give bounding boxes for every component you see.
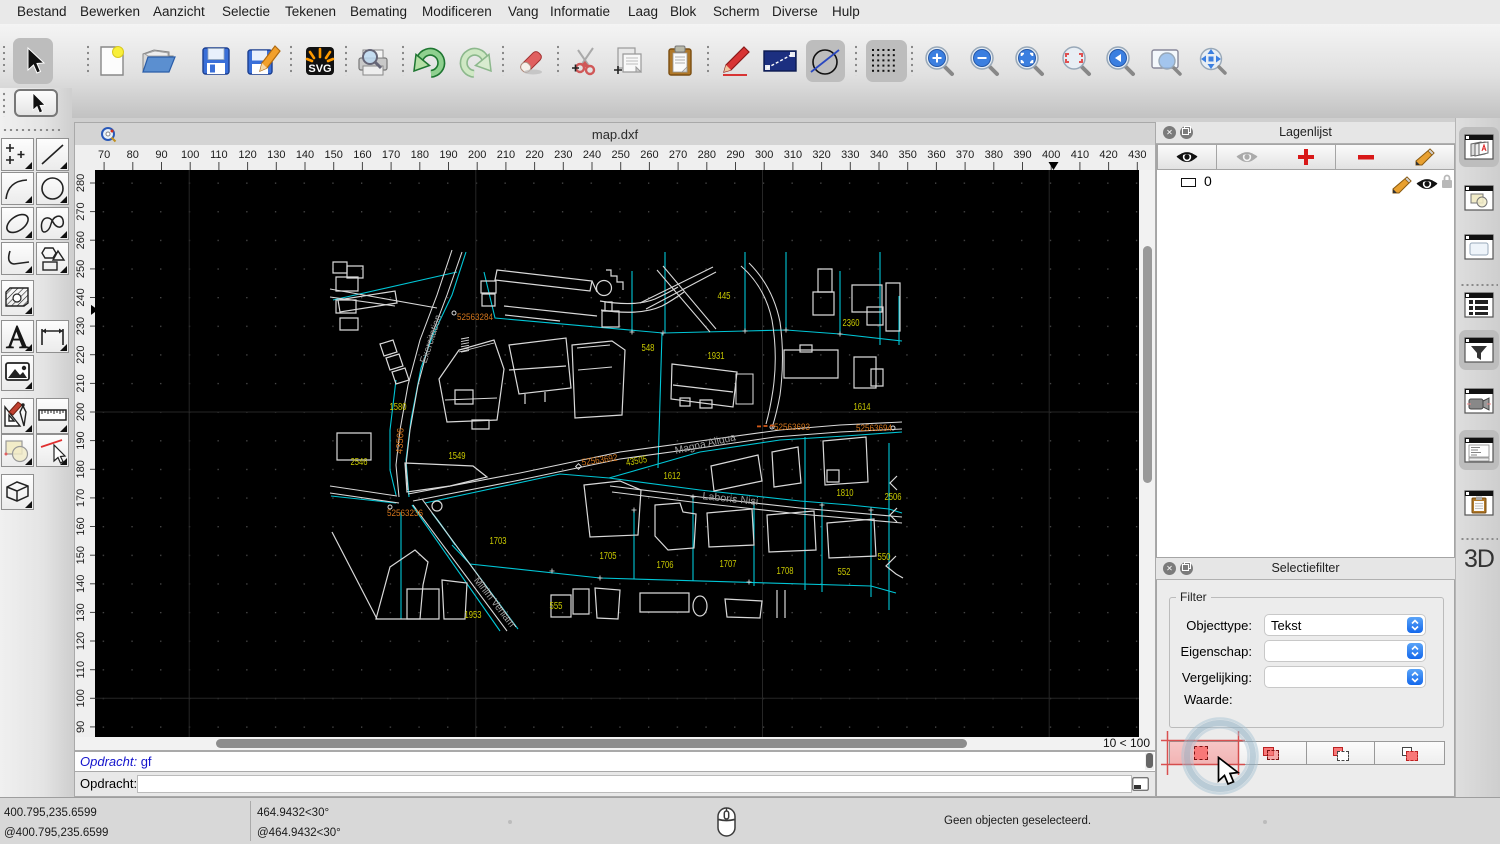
svg-text:1549: 1549	[449, 451, 466, 462]
svg-text:330: 330	[841, 149, 859, 161]
svg-text:52563284: 52563284	[457, 312, 493, 323]
svg-text:320: 320	[812, 149, 830, 161]
svg-text:1706: 1706	[657, 560, 674, 571]
svg-text:1705: 1705	[600, 551, 617, 562]
svg-text:170: 170	[75, 489, 87, 507]
svg-text:43506: 43506	[394, 428, 406, 455]
svg-text:1708: 1708	[777, 566, 794, 577]
svg-text:1703: 1703	[490, 536, 507, 547]
svg-text:190: 190	[75, 431, 87, 449]
svg-text:110: 110	[75, 661, 87, 679]
svg-text:150: 150	[75, 546, 87, 564]
svg-text:190: 190	[439, 149, 457, 161]
svg-text:1580: 1580	[390, 402, 407, 413]
svg-text:200: 200	[468, 149, 486, 161]
svg-text:1953: 1953	[465, 610, 482, 621]
svg-text:2546: 2546	[351, 457, 368, 468]
svg-text:400: 400	[1042, 149, 1060, 161]
svg-text:240: 240	[583, 149, 601, 161]
svg-text:390: 390	[1013, 149, 1031, 161]
svg-text:260: 260	[75, 231, 87, 249]
svg-text:130: 130	[75, 603, 87, 621]
svg-text:445: 445	[718, 291, 731, 302]
svg-text:552: 552	[838, 567, 851, 578]
svg-text:210: 210	[75, 374, 87, 392]
svg-text:1707: 1707	[720, 559, 737, 570]
svg-text:150: 150	[325, 149, 343, 161]
svg-text:240: 240	[75, 288, 87, 306]
svg-text:290: 290	[726, 149, 744, 161]
svg-text:270: 270	[669, 149, 687, 161]
svg-text:370: 370	[956, 149, 974, 161]
svg-text:70: 70	[98, 149, 110, 161]
svg-text:280: 280	[698, 149, 716, 161]
svg-text:170: 170	[382, 149, 400, 161]
svg-text:120: 120	[75, 632, 87, 650]
svg-text:SVG: SVG	[308, 63, 331, 75]
svg-text:180: 180	[411, 149, 429, 161]
svg-text:1931: 1931	[708, 351, 725, 362]
svg-text:270: 270	[75, 202, 87, 220]
svg-text:555: 555	[550, 601, 563, 612]
svg-text:1614: 1614	[854, 402, 871, 413]
svg-text:160: 160	[75, 517, 87, 535]
svg-text:200: 200	[75, 403, 87, 421]
svg-text:52563694: 52563694	[856, 423, 892, 434]
svg-text:120: 120	[238, 149, 256, 161]
svg-text:550: 550	[878, 552, 891, 563]
svg-text:350: 350	[899, 149, 917, 161]
svg-text:52563693: 52563693	[774, 422, 810, 433]
svg-text:230: 230	[554, 149, 572, 161]
svg-text:310: 310	[784, 149, 802, 161]
svg-text:410: 410	[1071, 149, 1089, 161]
svg-text:260: 260	[640, 149, 658, 161]
svg-text:250: 250	[75, 260, 87, 278]
svg-text:100: 100	[181, 149, 199, 161]
svg-text:220: 220	[525, 149, 543, 161]
svg-text:2506: 2506	[885, 492, 902, 503]
svg-text:160: 160	[353, 149, 371, 161]
svg-text:130: 130	[267, 149, 285, 161]
svg-text:430: 430	[1128, 149, 1146, 161]
svg-text:220: 220	[75, 346, 87, 364]
svg-text:300: 300	[755, 149, 773, 161]
svg-text:110: 110	[210, 149, 228, 161]
svg-text:360: 360	[927, 149, 945, 161]
svg-text:140: 140	[296, 149, 314, 161]
svg-text:340: 340	[870, 149, 888, 161]
svg-text:250: 250	[612, 149, 630, 161]
svg-text:52563236: 52563236	[387, 508, 423, 519]
svg-text:230: 230	[75, 317, 87, 335]
svg-text:380: 380	[985, 149, 1003, 161]
svg-text:280: 280	[75, 174, 87, 192]
svg-text:140: 140	[75, 575, 87, 593]
svg-text:90: 90	[155, 149, 167, 161]
svg-text:80: 80	[127, 149, 139, 161]
svg-text:420: 420	[1099, 149, 1117, 161]
svg-text:90: 90	[75, 721, 87, 733]
svg-text:1810: 1810	[837, 488, 854, 499]
svg-text:2360: 2360	[843, 318, 860, 329]
svg-text:100: 100	[75, 689, 87, 707]
svg-text:210: 210	[497, 149, 515, 161]
svg-text:1612: 1612	[664, 471, 681, 482]
svg-text:548: 548	[642, 343, 655, 354]
svg-text:180: 180	[75, 460, 87, 478]
